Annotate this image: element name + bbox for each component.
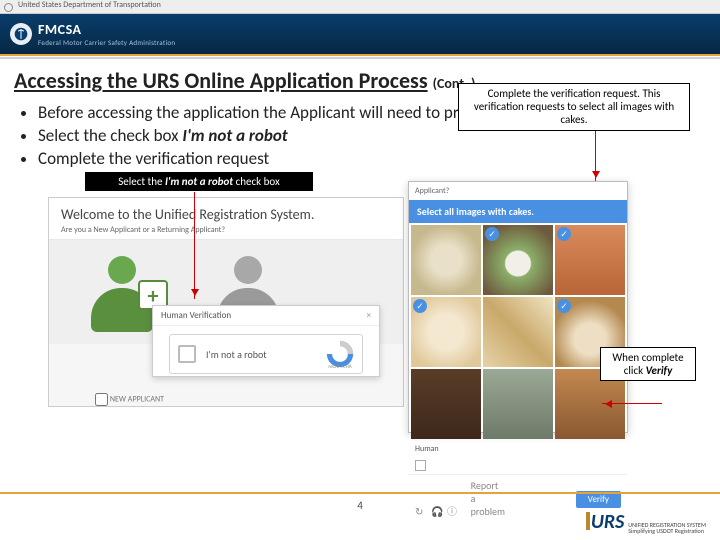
welcome-heading: Welcome to the Unified Registration Syst…	[61, 206, 391, 223]
captcha-tile[interactable]: ✓	[483, 225, 553, 295]
dialog-title: Human Verification	[161, 310, 231, 321]
captcha-context: Applicant?	[409, 182, 627, 200]
captcha-tile[interactable]	[411, 225, 481, 295]
divider	[0, 54, 720, 56]
captcha-human-row: Human	[409, 441, 627, 457]
captcha-tile[interactable]	[411, 369, 481, 439]
check-icon: ✓	[413, 299, 427, 313]
arrow-icon	[602, 403, 662, 404]
bullet-item: Complete the verification request	[38, 148, 706, 169]
new-applicant-checkbox[interactable]: NEW APPLICANT	[95, 393, 164, 406]
callout-click-verify: When complete click Verify	[600, 347, 696, 381]
recaptcha-badge-icon: reCAPTCHA	[326, 340, 354, 368]
captcha-instruction: Select all images with cakes.	[409, 200, 627, 223]
human-verification-dialog: Human Verification × I'm not a robot reCA…	[152, 305, 380, 377]
agency-name: FMCSA	[38, 21, 175, 38]
captcha-tile[interactable]: ✓	[555, 225, 625, 295]
recaptcha-widget[interactable]: I'm not a robot reCAPTCHA	[169, 334, 363, 374]
captcha-tile[interactable]: ✓	[411, 297, 481, 367]
arrow-icon	[595, 123, 596, 181]
divider	[0, 492, 720, 494]
captcha-tile[interactable]	[483, 369, 553, 439]
welcome-question: Are you a New Applicant or a Returning A…	[61, 225, 391, 235]
agency-banner: FMCSA Federal Motor Carrier Safety Admin…	[0, 14, 720, 54]
fmcsa-logo-icon	[10, 23, 32, 45]
screenshot-captcha: Applicant? Select all images with cakes.…	[408, 181, 628, 433]
browser-chrome: United States Department of Transportati…	[0, 0, 720, 14]
captcha-grid: ✓ ✓ ✓ ✓	[409, 223, 627, 441]
robot-checkbox[interactable]	[178, 345, 196, 363]
report-link[interactable]: Report a problem	[471, 479, 483, 491]
callout-complete-verification: Complete the verification request. This …	[458, 83, 690, 131]
check-icon: ✓	[557, 227, 571, 241]
check-icon: ✓	[485, 227, 499, 241]
agency-sub: Federal Motor Carrier Safety Administrat…	[38, 38, 175, 47]
urs-logo: URS UNIFIED REGISTRATION SYSTEM Simplify…	[586, 510, 706, 534]
captcha-human-checkbox[interactable]	[415, 460, 426, 471]
robot-label: I'm not a robot	[206, 348, 326, 361]
captcha-tile[interactable]	[483, 297, 553, 367]
close-icon[interactable]: ×	[367, 310, 371, 321]
check-icon: ✓	[557, 299, 571, 313]
arrow-icon	[194, 191, 195, 299]
callout-select-checkbox: Select the I'm not a robot check box	[84, 171, 314, 192]
